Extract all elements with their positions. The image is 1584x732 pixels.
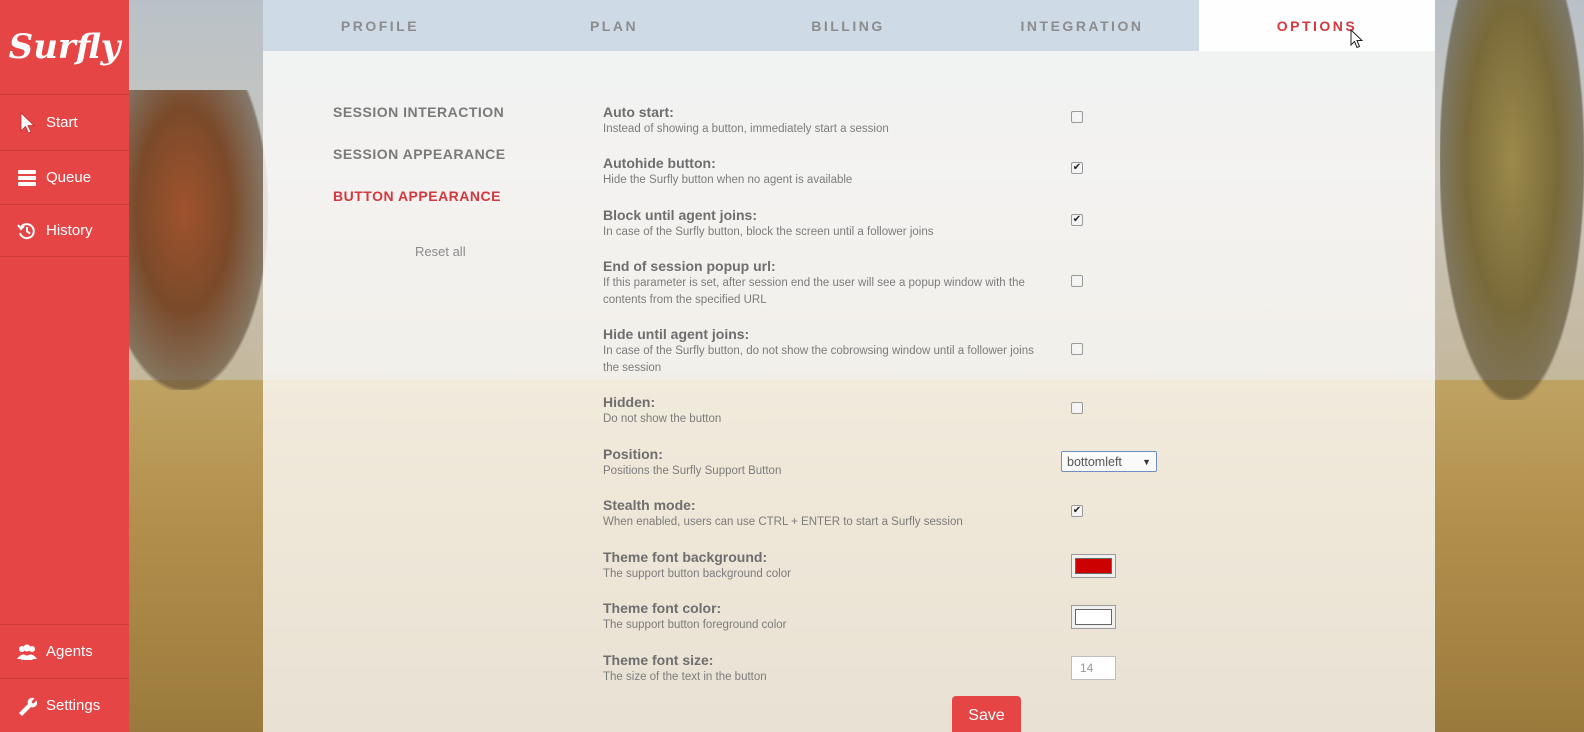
option-row: Theme font size: The size of the text in…	[603, 652, 1163, 686]
chevron-down-icon: ▼	[1142, 456, 1151, 467]
color-swatch	[1075, 609, 1112, 625]
sidebar-item-label: Start	[46, 114, 78, 131]
option-description: When enabled, users can use CTRL + ENTER…	[603, 516, 963, 528]
sidebar-item-label: History	[46, 222, 93, 239]
queue-icon	[16, 167, 38, 189]
option-description: If this parameter is set, after session …	[603, 277, 1025, 306]
tab-options[interactable]: OPTIONS	[1199, 0, 1435, 51]
tab-plan[interactable]: PLAN	[497, 0, 731, 51]
option-row: Auto start: Instead of showing a button,…	[603, 104, 1163, 138]
options-subnav: SESSION INTERACTION SESSION APPEARANCE B…	[333, 104, 506, 230]
sidebar-item-label: Settings	[46, 697, 101, 714]
sidebar-item-label: Agents	[46, 643, 93, 660]
position-select[interactable]: bottomleft ▼	[1061, 451, 1157, 472]
hidden-checkbox[interactable]	[1071, 402, 1083, 414]
mouse-cursor-icon	[1350, 29, 1364, 49]
option-row: Theme font background: The support butto…	[603, 549, 1163, 583]
option-description: The size of the text in the button	[603, 671, 767, 683]
option-description: Do not show the button	[603, 413, 722, 425]
surfly-logo[interactable]: Surfly	[0, 0, 129, 95]
sidebar-item-start[interactable]: Start	[0, 95, 129, 151]
option-row: Block until agent joins: In case of the …	[603, 207, 1163, 241]
theme-font-size-input[interactable]: 14	[1071, 656, 1116, 680]
tab-profile[interactable]: PROFILE	[263, 0, 497, 51]
subnav-session-interaction[interactable]: SESSION INTERACTION	[333, 104, 506, 146]
sidebar-item-label: Queue	[46, 169, 92, 186]
option-row: Hide until agent joins: In case of the S…	[603, 326, 1163, 377]
option-description: The support button foreground color	[603, 619, 787, 631]
option-row: Stealth mode: When enabled, users can us…	[603, 497, 1163, 531]
history-icon	[16, 220, 38, 242]
sidebar-item-history[interactable]: History	[0, 205, 129, 257]
sidebar-item-settings[interactable]: Settings	[0, 678, 129, 732]
hide-until-agent-joins-checkbox[interactable]	[1071, 343, 1083, 355]
subnav-session-appearance[interactable]: SESSION APPEARANCE	[333, 146, 506, 188]
wrench-icon	[16, 695, 38, 717]
option-description: In case of the Surfly button, do not sho…	[603, 345, 1034, 374]
pointer-icon	[16, 111, 38, 134]
tab-billing[interactable]: BILLING	[731, 0, 965, 51]
auto-start-checkbox[interactable]	[1071, 111, 1083, 123]
block-until-agent-joins-checkbox[interactable]: ✔	[1071, 214, 1083, 226]
main-panel: PROFILE PLAN BILLING INTEGRATION OPTIONS…	[263, 0, 1435, 732]
option-title: End of session popup url:	[603, 258, 776, 274]
autohide-button-checkbox[interactable]: ✔	[1071, 162, 1083, 174]
reset-all-link[interactable]: Reset all	[415, 244, 466, 259]
option-row: End of session popup url: If this parame…	[603, 258, 1163, 309]
color-swatch	[1075, 558, 1112, 574]
option-description: Positions the Surfly Support Button	[603, 465, 782, 477]
tab-integration[interactable]: INTEGRATION	[965, 0, 1199, 51]
theme-font-background-color-picker[interactable]	[1071, 554, 1116, 578]
end-of-session-popup-url-checkbox[interactable]	[1071, 275, 1083, 287]
sidebar-item-agents[interactable]: Agents	[0, 624, 129, 678]
background-trees-right	[1440, 0, 1584, 400]
theme-font-color-picker[interactable]	[1071, 605, 1116, 629]
stealth-mode-checkbox[interactable]: ✔	[1071, 505, 1083, 517]
option-description: The support button background color	[603, 568, 791, 580]
option-row: Position: Positions the Surfly Support B…	[603, 446, 1163, 480]
position-select-value: bottomleft	[1067, 454, 1122, 469]
option-description: In case of the Surfly button, block the …	[603, 226, 934, 238]
agents-icon	[16, 641, 38, 663]
option-row: Autohide button: Hide the Surfly button …	[603, 155, 1163, 189]
background-trees-left	[128, 90, 268, 390]
sidebar-item-queue[interactable]: Queue	[0, 151, 129, 205]
option-title: Hide until agent joins:	[603, 326, 750, 342]
option-row: Theme font color: The support button for…	[603, 600, 1163, 634]
tab-bar: PROFILE PLAN BILLING INTEGRATION OPTIONS	[263, 0, 1435, 51]
option-description: Instead of showing a button, immediately…	[603, 123, 889, 135]
subnav-button-appearance[interactable]: BUTTON APPEARANCE	[333, 188, 506, 230]
option-description: Hide the Surfly button when no agent is …	[603, 174, 853, 186]
save-button[interactable]: Save	[952, 696, 1021, 732]
sidebar: Surfly Start Queue History Agents Settin…	[0, 0, 129, 732]
option-row: Hidden: Do not show the button	[603, 394, 1163, 428]
